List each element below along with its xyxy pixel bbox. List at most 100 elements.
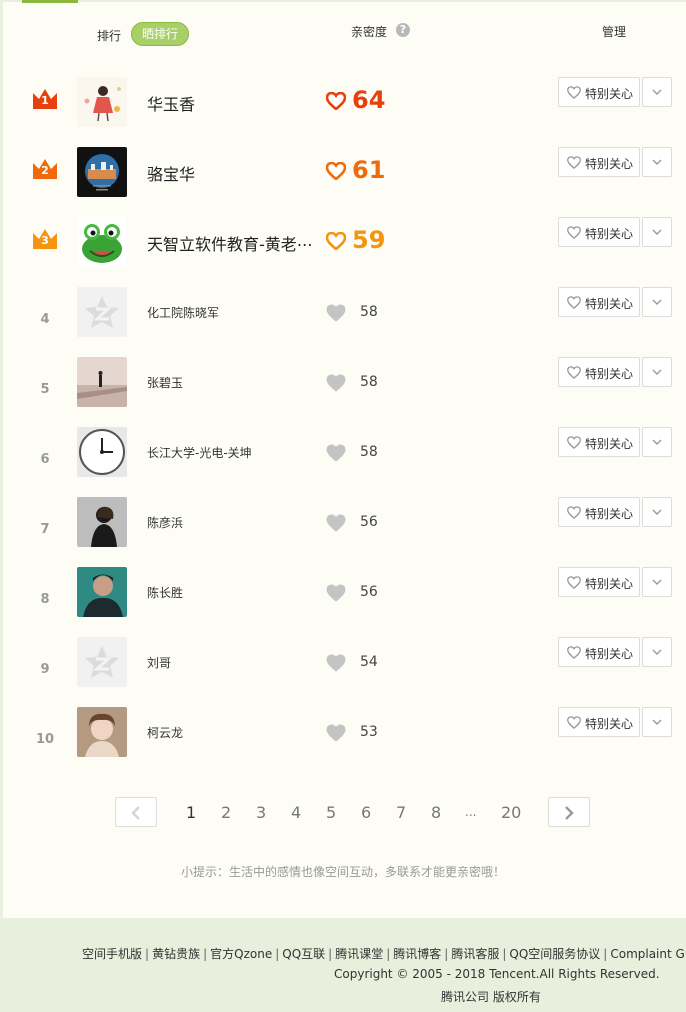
- more-options-button[interactable]: [642, 287, 672, 317]
- heart-icon: [326, 374, 346, 392]
- more-options-button[interactable]: [642, 637, 672, 667]
- more-options-button[interactable]: [642, 497, 672, 527]
- friend-name[interactable]: 刘哥: [147, 654, 171, 671]
- manage-column-header: 管理: [602, 25, 627, 39]
- pagination: 1 2 3 4 5 6 7 8 ... 20: [0, 797, 686, 829]
- page-link[interactable]: 1: [186, 803, 196, 822]
- friend-name[interactable]: 天智立软件教育-黄老⋯: [147, 231, 313, 255]
- prev-page-button[interactable]: [115, 797, 157, 827]
- friend-avatar[interactable]: [77, 287, 127, 337]
- more-options-button[interactable]: [642, 427, 672, 457]
- footer-link[interactable]: QQ互联: [282, 947, 325, 961]
- rank-number: 7: [40, 522, 50, 537]
- footer-link[interactable]: 腾讯客服: [451, 947, 499, 961]
- footer-link[interactable]: 腾讯博客: [393, 947, 441, 961]
- friend-row: 4 化工院陈晓军 58 特别关心: [0, 287, 686, 357]
- heart-icon: [326, 724, 346, 742]
- page-link[interactable]: 2: [221, 803, 231, 822]
- heart-icon: [326, 514, 346, 532]
- friend-name[interactable]: 华玉香: [147, 91, 195, 115]
- heart-outline-icon: [567, 366, 581, 379]
- heart-icon: [326, 162, 346, 180]
- friend-avatar[interactable]: [77, 427, 127, 477]
- heart-icon: [326, 92, 346, 110]
- footer-link[interactable]: 官方Qzone: [210, 947, 272, 961]
- more-options-button[interactable]: [642, 707, 672, 737]
- chevron-down-icon: [652, 509, 662, 515]
- intimacy-score: 59: [352, 226, 386, 254]
- intimacy-score: 54: [360, 654, 378, 670]
- intimacy-score: 64: [352, 86, 386, 114]
- friend-name[interactable]: 化工院陈晓军: [147, 304, 219, 321]
- friend-avatar[interactable]: [77, 357, 127, 407]
- friend-row: 10 柯云龙 53 特别关心: [0, 707, 686, 777]
- special-care-button[interactable]: 特别关心: [558, 357, 640, 387]
- heart-outline-icon: [567, 506, 581, 519]
- page-link[interactable]: 20: [501, 803, 521, 822]
- heart-outline-icon: [567, 226, 581, 239]
- friend-name[interactable]: 柯云龙: [147, 724, 183, 741]
- page-link[interactable]: 8: [431, 803, 441, 822]
- special-care-button[interactable]: 特别关心: [558, 637, 640, 667]
- chevron-left-icon: [131, 806, 140, 820]
- heart-outline-icon: [567, 156, 581, 169]
- footer-link[interactable]: 腾讯课堂: [335, 947, 383, 961]
- footer-link[interactable]: 黄钻贵族: [152, 947, 200, 961]
- intimacy-column-header: 亲密度: [351, 25, 388, 39]
- intimacy-score: 56: [360, 514, 378, 530]
- intimacy-score: 61: [352, 156, 386, 184]
- friend-row: 7 陈彦浜 56 特别关心: [0, 497, 686, 567]
- special-care-button[interactable]: 特别关心: [558, 147, 640, 177]
- page-link[interactable]: 6: [361, 803, 371, 822]
- friend-name[interactable]: 骆宝华: [147, 161, 195, 185]
- special-care-button[interactable]: 特别关心: [558, 567, 640, 597]
- chevron-down-icon: [652, 439, 662, 445]
- friend-row: 5 张碧玉 58 特别关心: [0, 357, 686, 427]
- special-care-button[interactable]: 特别关心: [558, 427, 640, 457]
- special-care-button[interactable]: 特别关心: [558, 707, 640, 737]
- friend-row: 6 长江大学-光电-关坤 58 特别关心: [0, 427, 686, 497]
- more-options-button[interactable]: [642, 567, 672, 597]
- intimacy-score: 56: [360, 584, 378, 600]
- friend-avatar[interactable]: [77, 497, 127, 547]
- special-care-button[interactable]: 特别关心: [558, 497, 640, 527]
- page-link[interactable]: 3: [256, 803, 266, 822]
- more-options-button[interactable]: [642, 217, 672, 247]
- next-page-button[interactable]: [548, 797, 590, 827]
- rank-number: 6: [40, 452, 50, 467]
- more-options-button[interactable]: [642, 77, 672, 107]
- friend-avatar[interactable]: [77, 77, 127, 127]
- intimacy-score: 53: [360, 724, 378, 740]
- page-link[interactable]: 5: [326, 803, 336, 822]
- rank-number: 5: [40, 382, 50, 397]
- more-options-button[interactable]: [642, 357, 672, 387]
- footer-link[interactable]: Complaint Guidelines: [610, 947, 686, 961]
- friend-avatar[interactable]: [77, 217, 127, 267]
- friend-avatar[interactable]: [77, 567, 127, 617]
- special-care-button[interactable]: 特别关心: [558, 77, 640, 107]
- friend-name[interactable]: 陈长胜: [147, 584, 183, 601]
- special-care-button[interactable]: 特别关心: [558, 217, 640, 247]
- footer-link[interactable]: 空间手机版: [82, 947, 142, 961]
- special-care-button[interactable]: 特别关心: [558, 287, 640, 317]
- crown-rank-icon: 2: [32, 158, 58, 180]
- share-rank-button[interactable]: 晒排行: [131, 22, 189, 46]
- friend-avatar[interactable]: [77, 147, 127, 197]
- special-care-label: 特别关心: [585, 717, 634, 731]
- friend-avatar[interactable]: [77, 637, 127, 687]
- page-link[interactable]: 7: [396, 803, 406, 822]
- help-icon[interactable]: ?: [396, 23, 410, 37]
- heart-icon: [326, 584, 346, 602]
- friend-name[interactable]: 张碧玉: [147, 374, 183, 391]
- friend-avatar[interactable]: [77, 707, 127, 757]
- friend-name[interactable]: 陈彦浜: [147, 514, 183, 531]
- copyright-owner: 腾讯公司 版权所有: [441, 990, 541, 1004]
- rank-number: 2: [41, 164, 49, 177]
- footer-link[interactable]: QQ空间服务协议: [509, 947, 600, 961]
- rank-tab[interactable]: 排行: [97, 27, 121, 44]
- more-options-button[interactable]: [642, 147, 672, 177]
- page-link[interactable]: 4: [291, 803, 301, 822]
- friend-name[interactable]: 长江大学-光电-关坤: [147, 444, 252, 461]
- friend-row: 2 骆宝华 61 特别关心: [0, 147, 686, 217]
- page-ellipsis: ...: [465, 805, 477, 819]
